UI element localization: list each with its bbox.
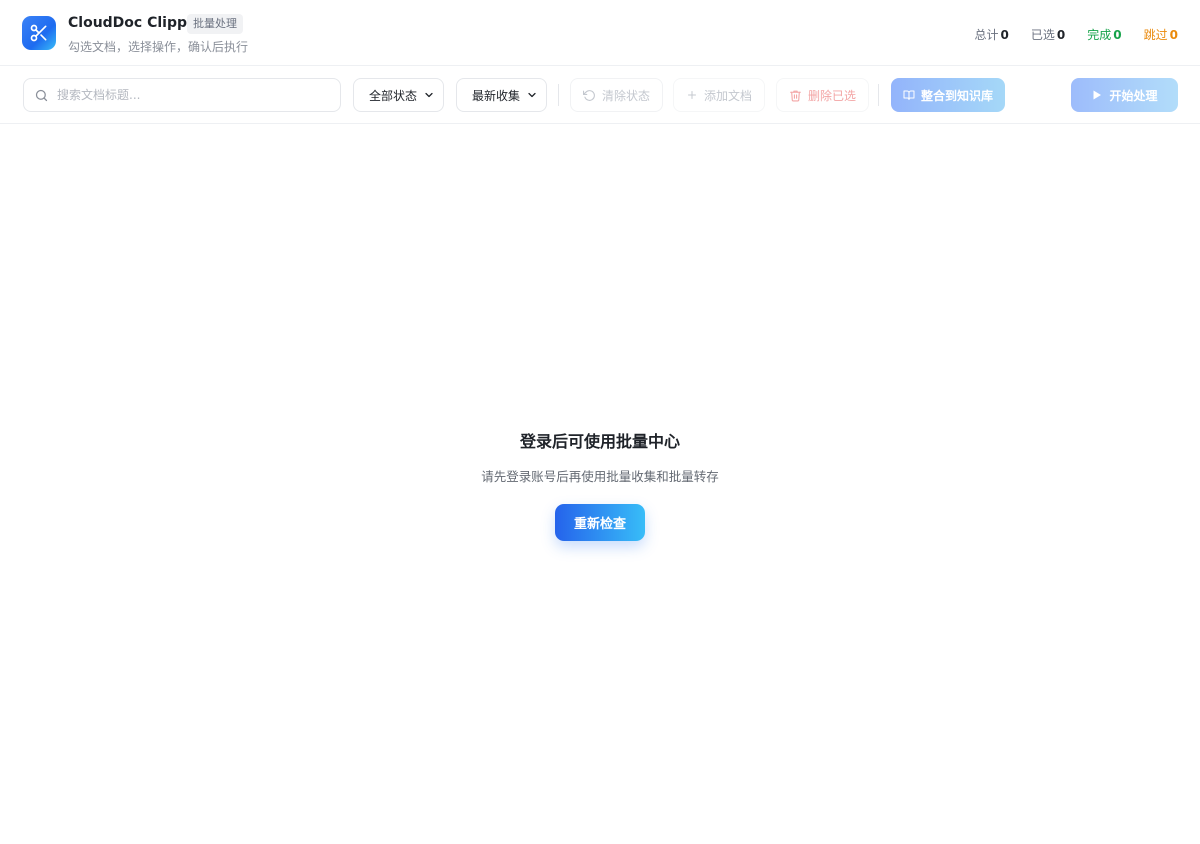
app-logo	[22, 16, 56, 50]
toolbar-divider	[878, 84, 879, 106]
stat-skipped-label: 跳过	[1143, 28, 1168, 42]
stat-done-label: 完成	[1087, 28, 1112, 42]
stat-done: 完成 0	[1087, 26, 1121, 43]
app-title: CloudDoc Clipper	[68, 15, 204, 31]
stat-selected-value: 0	[1056, 28, 1066, 42]
sort-value: 最新收集	[472, 88, 521, 103]
stat-selected-label: 已选	[1030, 28, 1055, 42]
empty-state-description: 请先登录账号后再使用批量收集和批量转存	[481, 469, 719, 484]
stat-total-value: 0	[1000, 28, 1009, 42]
app-subtitle: 勾选文档，选择操作，确认后执行	[68, 40, 249, 54]
merge-label: 整合到知识库	[920, 88, 993, 103]
chevron-down-icon	[528, 92, 536, 98]
status-filter-select[interactable]: 全部状态	[353, 78, 444, 112]
refresh-icon	[583, 89, 595, 101]
scissors-icon	[30, 24, 47, 42]
merge-to-knowledge-base-button[interactable]: 整合到知识库	[891, 78, 1005, 112]
toolbar: 全部状态 最新收集 清除状态 添加文档 删除已选	[0, 66, 1200, 124]
clear-status-label: 清除状态	[602, 88, 651, 103]
sort-select[interactable]: 最新收集	[456, 78, 547, 112]
search-icon	[35, 89, 48, 101]
stat-selected: 已选 0	[1031, 26, 1065, 43]
delete-selected-button[interactable]: 删除已选	[776, 78, 870, 112]
chevron-down-icon	[425, 92, 433, 98]
search-input[interactable]	[57, 88, 317, 102]
delete-selected-label: 删除已选	[808, 88, 857, 103]
start-label: 开始处理	[1109, 88, 1158, 103]
stat-done-value: 0	[1113, 28, 1122, 42]
search-box[interactable]	[23, 78, 341, 112]
app-header: CloudDoc Clipper 批量处理 勾选文档，选择操作，确认后执行 总计…	[0, 0, 1200, 66]
stat-skipped-value: 0	[1169, 28, 1178, 42]
stat-total: 总计 0	[975, 26, 1009, 43]
stats-bar: 总计 0 已选 0 完成 0 跳过 0	[975, 26, 1179, 43]
recheck-button[interactable]: 重新检查	[555, 504, 645, 541]
plus-icon	[688, 91, 696, 99]
add-document-label: 添加文档	[704, 88, 753, 103]
clear-status-button[interactable]: 清除状态	[570, 78, 664, 112]
mode-badge: 批量处理	[187, 14, 243, 34]
stat-skipped: 跳过 0	[1144, 26, 1178, 43]
add-document-button[interactable]: 添加文档	[673, 78, 766, 112]
stat-total-label: 总计	[974, 28, 999, 42]
trash-icon	[790, 90, 801, 101]
empty-state-title: 登录后可使用批量中心	[519, 432, 680, 451]
status-filter-value: 全部状态	[369, 88, 418, 103]
play-icon	[1093, 90, 1102, 100]
start-processing-button[interactable]: 开始处理	[1071, 78, 1178, 112]
toolbar-divider	[558, 84, 559, 106]
book-open-icon	[903, 90, 915, 100]
